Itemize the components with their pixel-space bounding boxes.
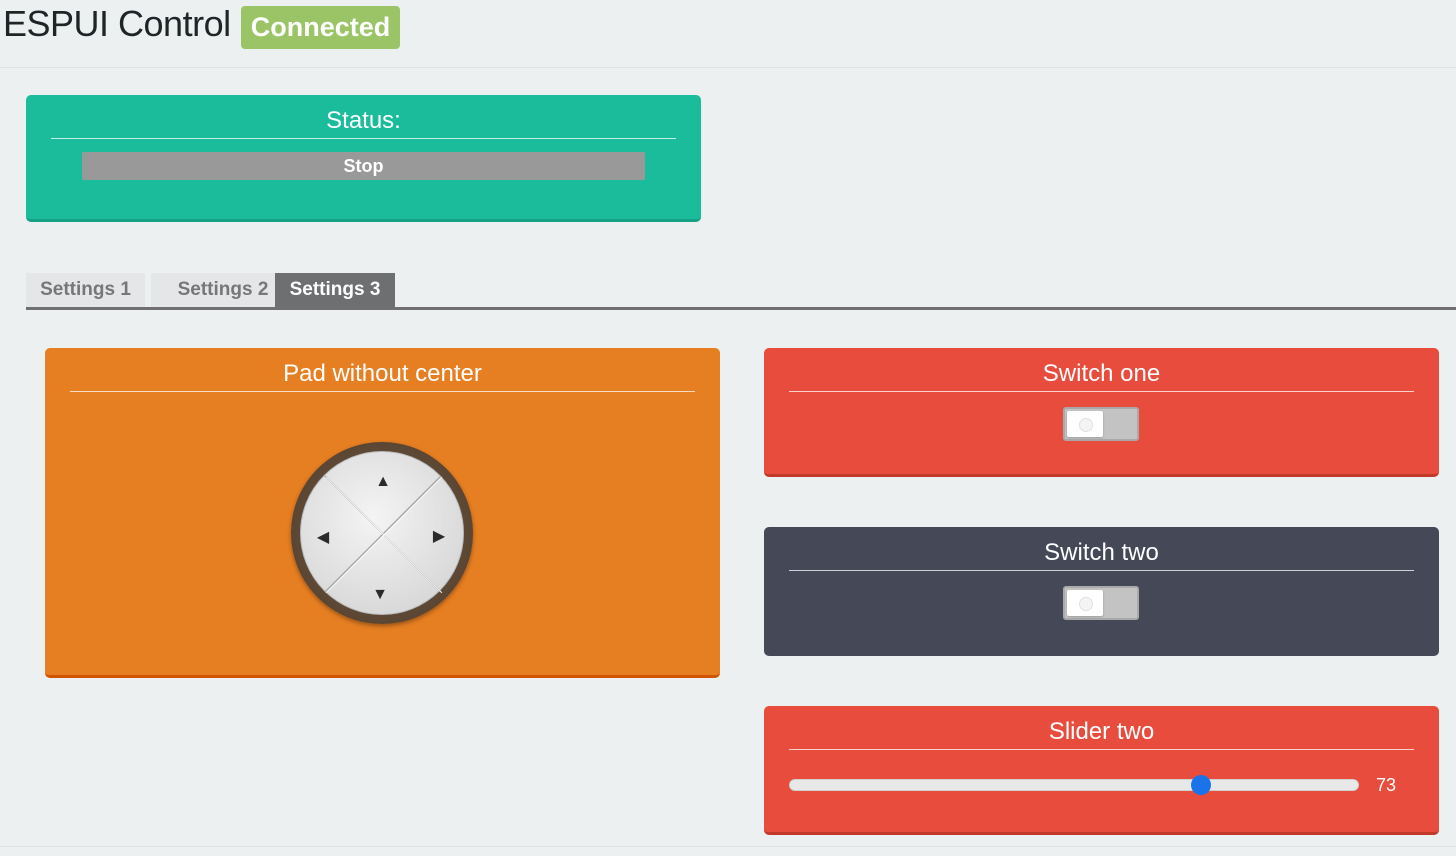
direction-pad-face: ▲ ▼ ◀ ▶ [300, 451, 464, 615]
header: ESPUI Control Connected [0, 0, 1456, 68]
slider-two-thumb[interactable] [1190, 775, 1211, 795]
card-divider [789, 749, 1414, 750]
status-card: Status: Stop [26, 95, 701, 222]
switch-two-card: Switch two [764, 527, 1439, 656]
pad-card: Pad without center ▲ ▼ ◀ ▶ [45, 348, 720, 678]
card-divider [789, 570, 1414, 571]
switch-two-toggle[interactable] [1063, 586, 1139, 620]
slider-two-title: Slider two [1048, 718, 1155, 745]
direction-pad: ▲ ▼ ◀ ▶ [291, 442, 473, 624]
card-divider [70, 391, 695, 392]
footer-divider [0, 846, 1456, 847]
card-divider [789, 391, 1414, 392]
slider-two-track[interactable] [789, 779, 1359, 791]
pad-left-arrow-icon[interactable]: ◀ [311, 526, 335, 550]
switch-two-title: Switch two [1044, 539, 1159, 566]
toggle-knob [1067, 411, 1103, 437]
tab-settings-1[interactable]: Settings 1 [26, 273, 145, 307]
pad-card-title: Pad without center [283, 360, 482, 387]
espui-app: ESPUI Control Connected Status: Stop Set… [0, 0, 1456, 856]
pad-down-arrow-icon[interactable]: ▼ [368, 583, 392, 607]
switch-one-card: Switch one [764, 348, 1439, 477]
page-title: ESPUI Control [3, 3, 231, 44]
stop-button[interactable]: Stop [82, 152, 645, 180]
slider-two-card: Slider two 73 [764, 706, 1439, 835]
slider-two-value: 73 [1376, 775, 1397, 795]
switch-one-title: Switch one [1042, 360, 1161, 387]
pad-right-arrow-icon[interactable]: ▶ [427, 525, 451, 549]
card-divider [51, 138, 676, 139]
toggle-knob [1067, 590, 1103, 616]
switch-one-toggle[interactable] [1063, 407, 1139, 441]
connection-status-badge: Connected [241, 6, 400, 49]
tab-settings-2[interactable]: Settings 2 [151, 273, 295, 307]
tab-bar: Settings 1 Settings 2 Settings 3 [26, 273, 1456, 310]
tab-settings-3[interactable]: Settings 3 [275, 273, 395, 307]
status-card-title: Status: [326, 107, 401, 134]
pad-up-arrow-icon[interactable]: ▲ [371, 470, 395, 494]
